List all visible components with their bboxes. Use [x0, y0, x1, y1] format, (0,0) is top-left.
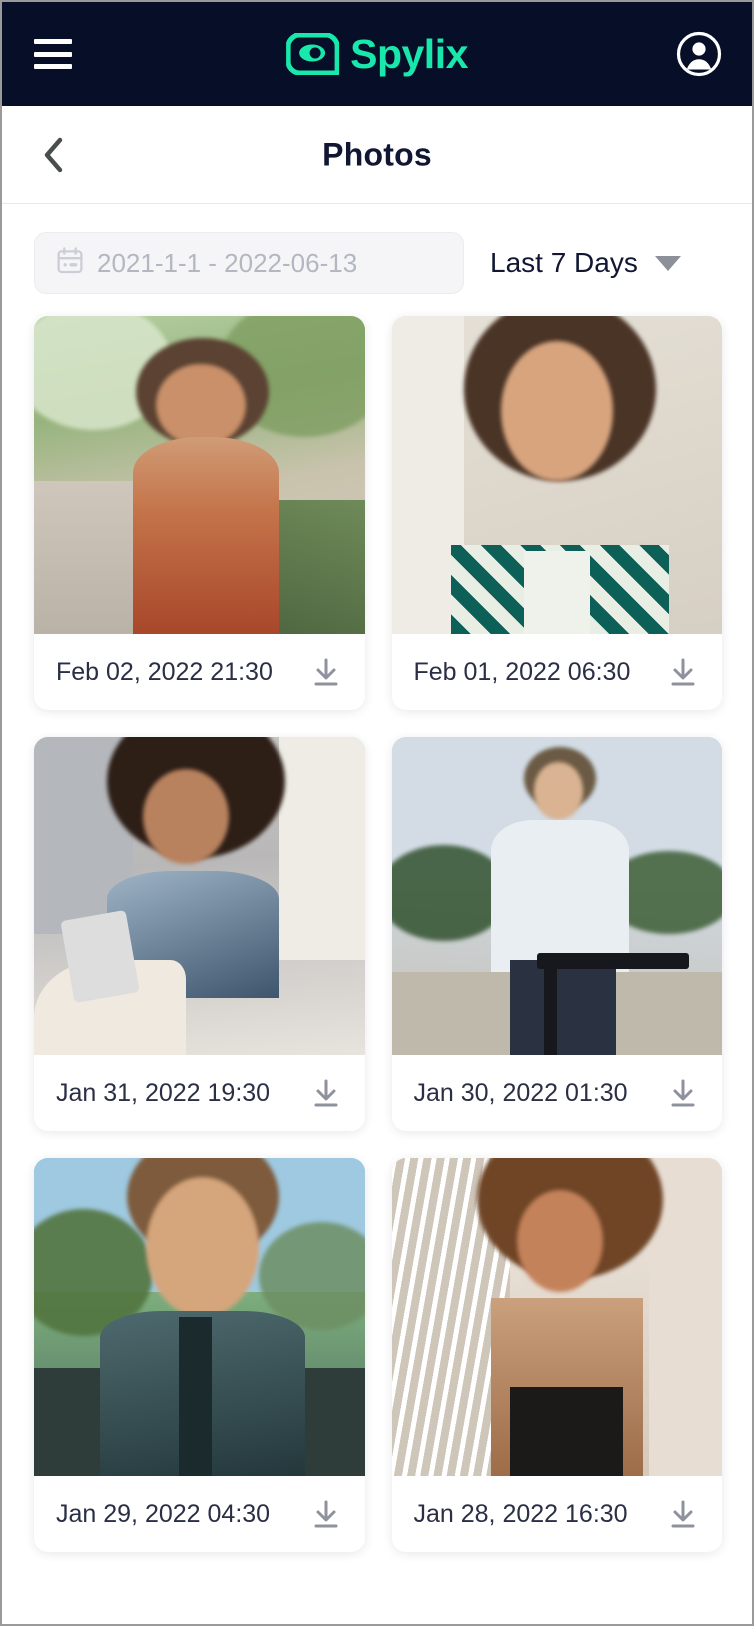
photo-card[interactable]: Feb 02, 2022 21:30 [34, 316, 365, 710]
photo-date: Feb 01, 2022 06:30 [413, 657, 631, 686]
photo-card-footer: Feb 01, 2022 06:30 [392, 634, 723, 710]
photo-scene [391, 316, 723, 634]
filter-row: 2021-1-1 - 2022-06-13 Last 7 Days [2, 204, 752, 294]
page-title: Photos [322, 136, 432, 172]
app-header: Spylix [2, 2, 752, 106]
photo-card[interactable]: Jan 29, 2022 04:30 [34, 1158, 365, 1552]
hamburger-bar-1 [34, 39, 72, 44]
date-preset-label: Last 7 Days [490, 247, 638, 278]
caret-down-icon [654, 255, 681, 271]
account-circle-icon[interactable] [676, 31, 722, 77]
photo-card[interactable]: Feb 01, 2022 06:30 [391, 316, 723, 710]
photo-scene [34, 1158, 365, 1476]
download-icon[interactable] [309, 655, 343, 689]
photo-card[interactable]: Jan 30, 2022 01:30 [391, 737, 723, 1131]
photo-date: Jan 29, 2022 04:30 [56, 1499, 271, 1528]
download-icon[interactable] [666, 1076, 700, 1110]
photo-thumbnail[interactable] [34, 737, 365, 1055]
hamburger-bar-3 [34, 64, 72, 69]
photo-grid: Feb 02, 2022 21:30 Feb 01, 2022 06:30 Ja… [2, 294, 752, 1580]
photo-thumbnail[interactable] [34, 316, 365, 634]
hamburger-menu-icon[interactable] [34, 39, 72, 69]
chevron-left-icon[interactable] [34, 135, 74, 175]
photo-thumbnail[interactable] [391, 737, 722, 1055]
photo-thumbnail[interactable] [34, 1158, 365, 1476]
photo-scene [391, 737, 722, 1055]
download-icon[interactable] [666, 655, 700, 689]
spylix-eye-logo-icon [285, 32, 340, 76]
photo-scene [34, 316, 365, 634]
date-range-placeholder: 2021-1-1 - 2022-06-13 [97, 247, 358, 278]
page-titlebar: Photos [2, 106, 752, 204]
photo-card-footer: Jan 30, 2022 01:30 [392, 1055, 723, 1131]
photo-thumbnail[interactable] [391, 316, 723, 634]
brand-logo[interactable]: Spylix [285, 30, 468, 77]
photo-scene [34, 737, 365, 1055]
photo-date: Jan 31, 2022 19:30 [56, 1078, 271, 1107]
photo-scene [391, 1158, 722, 1476]
photo-card-footer: Jan 29, 2022 04:30 [34, 1476, 365, 1552]
photo-date: Jan 28, 2022 16:30 [413, 1499, 628, 1528]
download-icon[interactable] [309, 1497, 343, 1531]
photo-date: Jan 30, 2022 01:30 [413, 1078, 628, 1107]
brand-name: Spylix [350, 30, 468, 77]
date-preset-dropdown[interactable]: Last 7 Days [490, 247, 681, 279]
download-icon[interactable] [309, 1076, 343, 1110]
hamburger-bar-2 [34, 51, 72, 57]
photo-card[interactable]: Jan 28, 2022 16:30 [391, 1158, 723, 1552]
photo-card[interactable]: Jan 31, 2022 19:30 [34, 737, 365, 1131]
photo-date: Feb 02, 2022 21:30 [56, 657, 273, 686]
calendar-icon [57, 247, 83, 279]
photo-card-footer: Jan 28, 2022 16:30 [392, 1476, 723, 1552]
photo-thumbnail[interactable] [391, 1158, 722, 1476]
date-range-input[interactable]: 2021-1-1 - 2022-06-13 [34, 232, 464, 294]
photo-card-footer: Feb 02, 2022 21:30 [34, 634, 365, 710]
download-icon[interactable] [666, 1497, 700, 1531]
photo-card-footer: Jan 31, 2022 19:30 [34, 1055, 365, 1131]
